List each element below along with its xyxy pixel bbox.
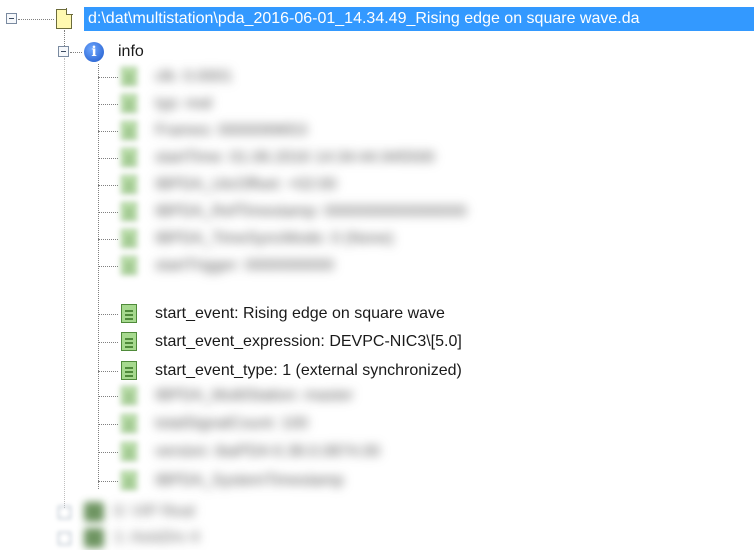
attribute-text: IBPDA_MultiStation: master [155, 387, 354, 404]
tree-connector [98, 185, 118, 186]
tree-leaf-item[interactable]: typ: real [0, 91, 754, 117]
tree-leaf-item[interactable]: IBPDA_MultiStation: master [0, 383, 754, 409]
attribute-icon [121, 332, 137, 351]
tree-connector [98, 239, 118, 240]
tree-connector [98, 424, 118, 425]
tree-connector [98, 481, 118, 482]
expand-toggle[interactable] [58, 506, 71, 519]
tree-connector [98, 396, 118, 397]
attribute-text: IBPDA_TimeSyncMode: 0 (None) [155, 230, 394, 247]
signal-node-label: 0: VIP Real [114, 503, 195, 520]
tree-leaf-item[interactable]: IBPDA_SystemTimestamp [0, 468, 754, 494]
signal-node-label: 1: AxisDrv 4 [114, 529, 200, 546]
expand-toggle[interactable] [58, 532, 71, 545]
tree-connector [98, 314, 118, 315]
tree-leaf-item[interactable]: start_event_type: 1 (external synchroniz… [0, 358, 754, 384]
info-icon: i [84, 42, 104, 62]
attribute-text: version: ibaPDA 6.38.0.0874.00 [155, 443, 381, 460]
tree-connector [98, 158, 118, 159]
attribute-text: typ: real [155, 95, 212, 112]
tree-node-signal[interactable]: 1: AxisDrv 4 [84, 526, 384, 550]
attribute-text: start_event_type: 1 (external synchroniz… [155, 362, 462, 379]
collapse-toggle-root[interactable] [6, 13, 17, 24]
tree-node-signal[interactable]: 0: VIP Real [84, 500, 384, 524]
collapse-toggle-info[interactable] [58, 46, 69, 57]
tree-connector [18, 19, 54, 20]
attribute-icon [121, 471, 137, 490]
tree-leaf-item[interactable]: startTrigger: 0000000000 [0, 253, 754, 279]
attribute-text: start_event_expression: DEVPC-NIC3\[5.0] [155, 333, 462, 350]
attribute-icon [121, 175, 137, 194]
tree-connector [98, 104, 118, 105]
tree-connector [98, 371, 118, 372]
tree-leaf-item[interactable]: IBPDA_UtcOffset: +02:00 [0, 172, 754, 198]
signal-icon [84, 502, 104, 522]
attribute-icon [121, 256, 137, 275]
attribute-icon [121, 121, 137, 140]
attribute-text: startTrigger: 0000000000 [155, 257, 335, 274]
tree-leaf-item[interactable]: totalSignalCount: 100 [0, 411, 754, 437]
tree-connector [98, 452, 118, 453]
tree-connector [98, 77, 118, 78]
tree-leaf-item[interactable]: startTime: 01.06.2016 14:34:44.945500 [0, 145, 754, 171]
tree-connector [98, 212, 118, 213]
tree-connector [98, 266, 118, 267]
tree-connector [70, 52, 82, 53]
attribute-text: IBPDA_RefTimestamp: 0000000000000000 [155, 203, 467, 220]
attribute-text: start_event: Rising edge on square wave [155, 305, 445, 322]
attribute-icon [121, 202, 137, 221]
attribute-icon [121, 304, 137, 323]
file-icon [56, 8, 73, 29]
attribute-icon [121, 442, 137, 461]
attribute-icon [121, 414, 137, 433]
attribute-icon [121, 148, 137, 167]
attribute-text: IBPDA_SystemTimestamp [155, 472, 344, 489]
tree-connector [64, 30, 65, 46]
attribute-text: startTime: 01.06.2016 14:34:44.945500 [155, 149, 435, 166]
attribute-text: IBPDA_UtcOffset: +02:00 [155, 176, 337, 193]
tree-connector [98, 342, 118, 343]
signal-icon [84, 528, 104, 548]
attribute-icon [121, 67, 137, 86]
tree-leaf-item[interactable]: start_event: Rising edge on square wave [0, 301, 754, 327]
attribute-text: Frames: 0000099653 [155, 122, 308, 139]
tree-root-row[interactable]: d:\dat\multistation\pda_2016-06-01_14.34… [0, 0, 754, 36]
info-node-label[interactable]: info [118, 42, 144, 62]
attribute-text: clk: 0.0001 [155, 68, 233, 85]
attribute-icon [121, 386, 137, 405]
attribute-text: totalSignalCount: 100 [155, 415, 308, 432]
tree-leaf-item[interactable]: clk: 0.0001 [0, 64, 754, 90]
tree-leaf-item[interactable]: version: ibaPDA 6.38.0.0874.00 [0, 439, 754, 465]
tree-leaf-item[interactable]: Frames: 0000099653 [0, 118, 754, 144]
attribute-icon [121, 361, 137, 380]
attribute-icon [121, 229, 137, 248]
tree-leaf-item[interactable]: IBPDA_TimeSyncMode: 0 (None) [0, 226, 754, 252]
tree-connector [98, 131, 118, 132]
tree-leaf-item[interactable]: IBPDA_RefTimestamp: 0000000000000000 [0, 199, 754, 225]
tree-leaf-item[interactable]: start_event_expression: DEVPC-NIC3\[5.0] [0, 329, 754, 355]
attribute-icon [121, 94, 137, 113]
root-node-label[interactable]: d:\dat\multistation\pda_2016-06-01_14.34… [84, 7, 754, 31]
